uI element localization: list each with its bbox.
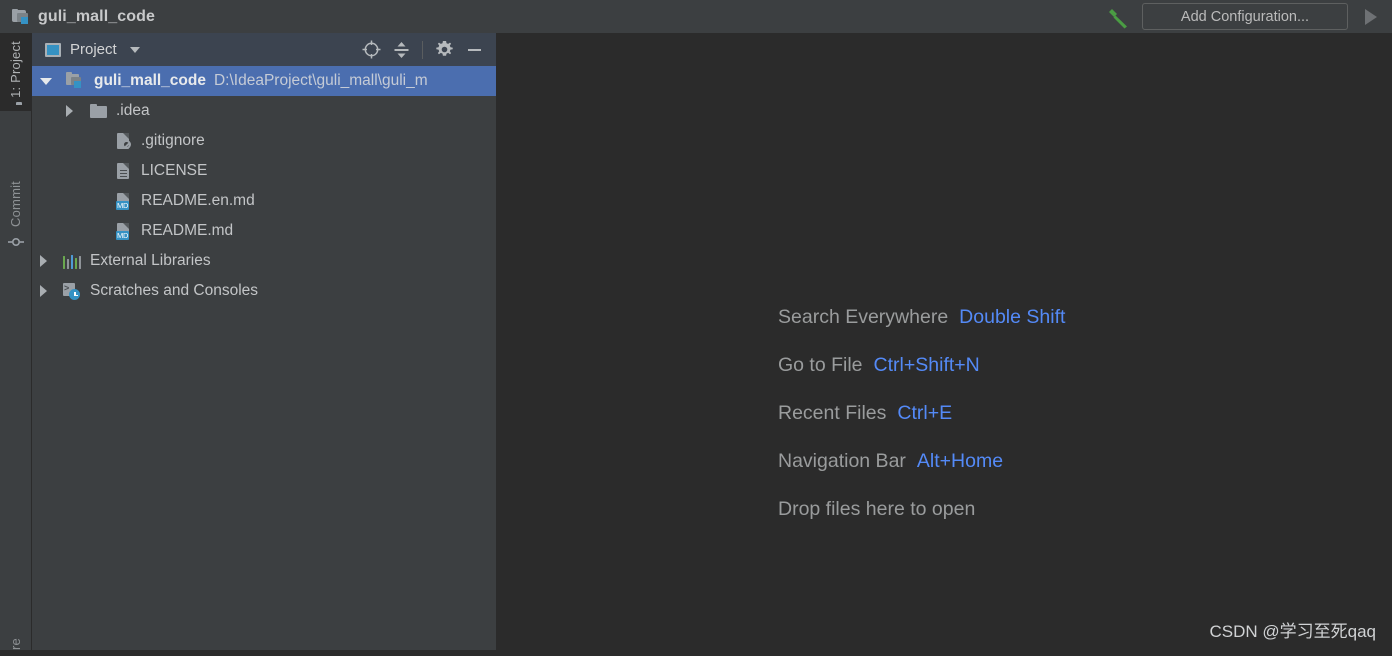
markdown-file-icon: MD [116,192,131,210]
select-opened-file-icon[interactable] [357,36,385,64]
commit-icon-svg [7,237,24,246]
folder-icon [90,104,107,118]
hammer-icon[interactable] [1106,5,1132,29]
markdown-file-icon: MD [116,222,131,240]
tree-row-label: guli_mall_code [94,72,206,89]
project-view-label: Project [70,41,117,58]
add-configuration-button[interactable]: Add Configuration... [1142,3,1348,30]
toolbar-divider [422,40,423,59]
text-file-icon [116,162,131,180]
sidebar-item-commit[interactable]: Commit [0,173,31,261]
title-bar-right: Add Configuration... [1106,0,1384,33]
module-folder-icon [12,8,30,25]
chevron-right-icon[interactable] [40,285,47,297]
settings-gear-icon[interactable] [430,36,458,64]
hint-go-to-file: Go to File Ctrl+Shift+N [778,353,1065,377]
markdown-badge-label: MD [116,230,130,240]
hint-recent-files: Recent Files Ctrl+E [778,401,1065,425]
target-icon-svg [362,40,380,59]
chevron-down-icon [129,46,140,53]
libraries-icon [63,254,82,269]
tree-row-label: README.en.md [141,192,255,209]
commit-icon [7,234,24,255]
tree-row-project-root[interactable]: guli_mall_code D:\IdeaProject\guli_mall\… [32,66,496,96]
sidebar-item-label: 1: Project [8,41,23,98]
watermark-text: CSDN @学习至死qaq [1209,622,1376,641]
hint-key-label: Alt+Home [916,450,1004,472]
scratches-icon: > [63,283,81,300]
hint-key-label: Double Shift [959,306,1066,328]
project-view-selector[interactable]: Project [45,41,140,58]
idea-window: guli_mall_code Add Configuration... 1: P… [0,0,1392,650]
project-view-icon [45,42,61,57]
tree-row-readme[interactable]: MD README.md [32,216,496,246]
tree-row-label: External Libraries [90,252,211,269]
tree-row-idea[interactable]: .idea [32,96,496,126]
sidebar-item-project[interactable]: 1: Project [0,33,31,111]
gitignore-file-icon [116,132,131,150]
project-tree: guli_mall_code D:\IdeaProject\guli_mall\… [32,66,496,306]
gear-icon-svg [435,41,453,56]
chevron-right-icon[interactable] [40,255,47,267]
run-button[interactable] [1358,4,1384,30]
shortcut-hints-list: Search Everywhere Double Shift Go to File… [778,305,1065,521]
chevron-right-icon[interactable] [66,105,73,117]
hint-key-label: Ctrl+Shift+N [873,354,980,376]
tree-row-label: .gitignore [141,132,205,149]
hint-search-everywhere: Search Everywhere Double Shift [778,305,1065,329]
tree-row-label: README.md [141,222,234,239]
hint-key-label: Ctrl+E [897,402,953,424]
hint-action-label: Drop files here to open [778,498,976,520]
sidebar-item-label: Commit [8,181,23,227]
tool-window-strip-left: 1: Project Commit re [0,33,32,650]
tree-row-label: Scratches and Consoles [90,282,259,299]
hint-action-label: Recent Files [778,402,887,424]
run-triangle-icon [1365,8,1377,25]
title-bar: guli_mall_code Add Configuration... [0,0,1392,33]
module-folder-icon [66,72,85,89]
tree-row-path: D:\IdeaProject\guli_mall\guli_m [213,72,428,89]
hint-drop-files: Drop files here to open [778,497,1065,521]
project-tool-window: Project guli_mall_code D:\IdeaProject\gu… [32,33,496,650]
hint-action-label: Navigation Bar [778,450,906,472]
tree-row-gitignore[interactable]: .gitignore [32,126,496,156]
hide-panel-icon[interactable] [460,36,488,64]
hint-action-label: Search Everywhere [778,306,949,328]
page-title: guli_mall_code [38,7,155,25]
tree-row-external-libraries[interactable]: External Libraries [32,246,496,276]
collapse-icon-svg [394,41,408,58]
project-panel-header: Project [32,33,496,66]
project-panel-toolbar [357,33,488,66]
editor-empty-area[interactable]: Search Everywhere Double Shift Go to File… [496,33,1392,650]
chevron-expanded-icon[interactable] [40,77,52,85]
collapse-all-icon[interactable] [387,36,415,64]
minus-icon [467,48,481,51]
hint-action-label: Go to File [778,354,863,376]
tree-row-label: LICENSE [141,162,208,179]
hint-navigation-bar: Navigation Bar Alt+Home [778,449,1065,473]
hammer-icon-svg [1109,8,1127,28]
markdown-badge-label: MD [116,200,130,210]
sidebar-item-structure[interactable]: re [0,638,31,656]
tree-row-readme-en[interactable]: MD README.en.md [32,186,496,216]
tree-row-scratches[interactable]: > Scratches and Consoles [32,276,496,306]
tree-row-label: .idea [116,102,150,119]
tree-row-license[interactable]: LICENSE [32,156,496,186]
sidebar-item-label: re [8,638,23,650]
title-bar-left: guli_mall_code [12,8,155,26]
